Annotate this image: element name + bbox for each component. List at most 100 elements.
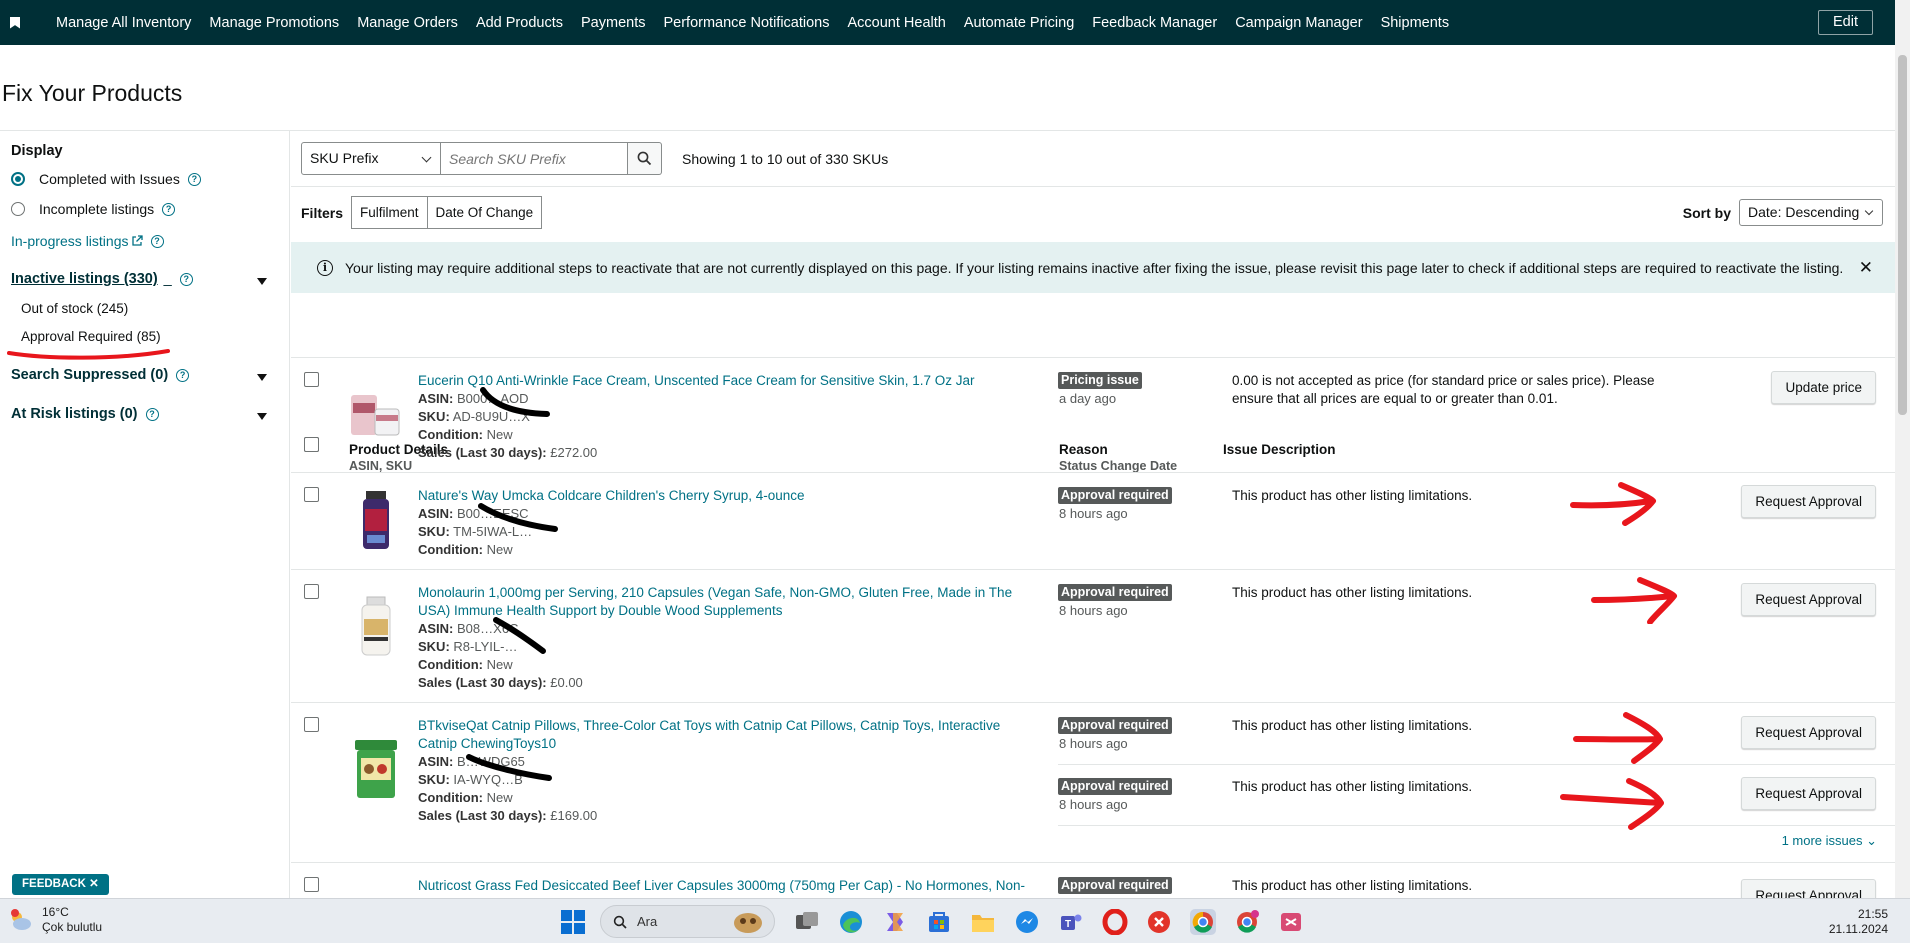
col-reason-sub: Status Change Date xyxy=(1059,459,1178,473)
product-condition: Condition: New xyxy=(418,541,513,559)
in-progress-listings-link[interactable]: In-progress listings ? xyxy=(11,233,164,249)
request-approval-button[interactable]: Request Approval xyxy=(1741,583,1876,616)
help-icon[interactable]: ? xyxy=(176,368,190,382)
search-suppressed-section[interactable]: Search Suppressed (0) ? xyxy=(11,367,190,383)
sku-prefix-select[interactable]: SKU Prefix xyxy=(301,142,441,175)
nav-account-health[interactable]: Account Health xyxy=(848,15,946,31)
condition-value: New xyxy=(486,427,513,442)
store-icon[interactable] xyxy=(926,909,952,935)
radio-selected-icon[interactable] xyxy=(11,172,25,186)
request-approval-button[interactable]: Request Approval xyxy=(1741,879,1876,898)
nav-manage-promotions[interactable]: Manage Promotions xyxy=(209,15,339,31)
issue-description: 0.00 is not accepted as price (for stand… xyxy=(1232,373,1655,406)
help-icon[interactable]: ? xyxy=(150,234,164,248)
product-image xyxy=(351,395,400,436)
expand-triangle-icon[interactable] xyxy=(257,413,267,420)
product-sales: Sales (Last 30 days): £0.00 xyxy=(418,674,583,692)
divider xyxy=(291,862,1895,863)
teams-icon[interactable]: T xyxy=(1058,909,1084,935)
chrome-profile-icon[interactable] xyxy=(1234,909,1260,935)
nav-manage-orders[interactable]: Manage Orders xyxy=(357,15,458,31)
nav-manage-all-inventory[interactable]: Manage All Inventory xyxy=(56,15,191,31)
row-checkbox[interactable] xyxy=(304,717,319,732)
product-title-link[interactable]: Nutricost Grass Fed Desiccated Beef Live… xyxy=(418,877,1038,895)
filter-date-of-change-button[interactable]: Date Of Change xyxy=(427,196,543,229)
close-icon[interactable]: ✕ xyxy=(1859,258,1873,278)
messenger-icon[interactable] xyxy=(1014,909,1040,935)
weather-widget[interactable]: 16°C Çok bulutlu xyxy=(8,905,102,935)
select-all-checkbox[interactable] xyxy=(304,437,319,452)
issue-description: This product has other listing limitatio… xyxy=(1232,878,1473,893)
search-icon xyxy=(637,151,652,166)
copilot-icon[interactable] xyxy=(882,909,908,935)
display-label: Display xyxy=(11,143,63,159)
info-banner: i Your listing may require additional st… xyxy=(291,242,1895,293)
radio-completed-with-issues[interactable]: Completed with Issues ? xyxy=(11,171,201,187)
edit-nav-button[interactable]: Edit xyxy=(1818,10,1873,35)
radio-unselected-icon[interactable] xyxy=(11,202,25,216)
search-button[interactable] xyxy=(628,142,662,175)
inactive-listings-label[interactable]: Inactive listings (330) xyxy=(11,271,158,287)
taskbar-search[interactable]: Ara xyxy=(600,905,775,938)
more-issues-link[interactable]: 1 more issues ⌄ xyxy=(1782,833,1877,849)
product-image xyxy=(361,596,391,656)
scrollbar-thumb[interactable] xyxy=(1898,55,1907,415)
radio-incomplete-listings[interactable]: Incomplete listings ? xyxy=(11,201,176,217)
bookmark-icon[interactable] xyxy=(10,16,20,29)
sales-value: £272.00 xyxy=(550,445,598,460)
help-icon[interactable]: ? xyxy=(187,172,201,186)
inactive-listings-section[interactable]: Inactive listings (330) _ ? xyxy=(11,271,193,287)
search-icon xyxy=(613,915,627,929)
page-scrollbar[interactable] xyxy=(1895,0,1910,898)
sales-label: Sales (Last 30 days): xyxy=(418,445,547,460)
opera-icon[interactable] xyxy=(1102,908,1128,935)
nav-automate-pricing[interactable]: Automate Pricing xyxy=(964,15,1074,31)
task-view-icon[interactable] xyxy=(794,909,820,935)
anydesk-icon[interactable] xyxy=(1146,909,1172,935)
chevron-down-icon xyxy=(1864,206,1874,216)
sort-by-select[interactable]: Date: Descending xyxy=(1739,199,1883,226)
in-progress-label[interactable]: In-progress listings xyxy=(11,233,129,249)
product-title-link[interactable]: BTkviseQat Catnip Pillows, Three-Color C… xyxy=(418,717,1038,753)
collapse-triangle-icon[interactable] xyxy=(257,278,267,285)
update-price-button[interactable]: Update price xyxy=(1771,371,1876,404)
red-arrow-annotation xyxy=(1591,577,1677,624)
chrome-icon[interactable] xyxy=(1190,908,1216,935)
windows-taskbar: 16°C Çok bulutlu Ara T 21:55 21.11.2024 xyxy=(0,898,1910,943)
request-approval-button[interactable]: Request Approval xyxy=(1741,485,1876,518)
help-icon[interactable]: ? xyxy=(145,407,159,421)
at-risk-label[interactable]: At Risk listings (0) xyxy=(11,406,138,422)
file-explorer-icon[interactable] xyxy=(970,909,996,935)
row-checkbox[interactable] xyxy=(304,487,319,502)
windows-start-icon[interactable] xyxy=(560,909,586,935)
search-suppressed-label[interactable]: Search Suppressed (0) xyxy=(11,367,168,383)
request-approval-button[interactable]: Request Approval xyxy=(1741,716,1876,749)
feedback-button[interactable]: FEEDBACK ✕ xyxy=(12,874,109,895)
row-checkbox[interactable] xyxy=(304,372,319,387)
system-clock[interactable]: 21:55 21.11.2024 xyxy=(1829,907,1888,937)
nav-performance-notifications[interactable]: Performance Notifications xyxy=(663,15,829,31)
request-approval-button[interactable]: Request Approval xyxy=(1741,777,1876,810)
at-risk-section[interactable]: At Risk listings (0) ? xyxy=(11,406,159,422)
nav-campaign-manager[interactable]: Campaign Manager xyxy=(1235,15,1362,31)
row-checkbox[interactable] xyxy=(304,877,319,892)
filters-label: Filters xyxy=(301,204,344,221)
nav-payments[interactable]: Payments xyxy=(581,15,645,31)
approval-required-item[interactable]: Approval Required (85) xyxy=(21,329,161,344)
product-title-link[interactable]: Monolaurin 1,000mg per Serving, 210 Caps… xyxy=(418,584,1038,620)
snipping-tool-icon[interactable] xyxy=(1278,909,1304,935)
nav-add-products[interactable]: Add Products xyxy=(476,15,563,31)
edge-browser-icon[interactable] xyxy=(838,909,864,935)
clock-time: 21:55 xyxy=(1857,907,1888,921)
nav-shipments[interactable]: Shipments xyxy=(1381,15,1450,31)
nav-feedback-manager[interactable]: Feedback Manager xyxy=(1092,15,1217,31)
out-of-stock-item[interactable]: Out of stock (245) xyxy=(21,301,128,316)
row-checkbox[interactable] xyxy=(304,584,319,599)
sku-search-input[interactable] xyxy=(441,142,628,175)
help-icon[interactable]: ? xyxy=(179,272,193,286)
help-icon[interactable]: ? xyxy=(162,202,176,216)
filter-fulfilment-button[interactable]: Fulfilment xyxy=(351,196,428,229)
product-condition: Condition: New xyxy=(418,426,513,444)
expand-triangle-icon[interactable] xyxy=(257,374,267,381)
sku-select-value: SKU Prefix xyxy=(310,150,379,166)
